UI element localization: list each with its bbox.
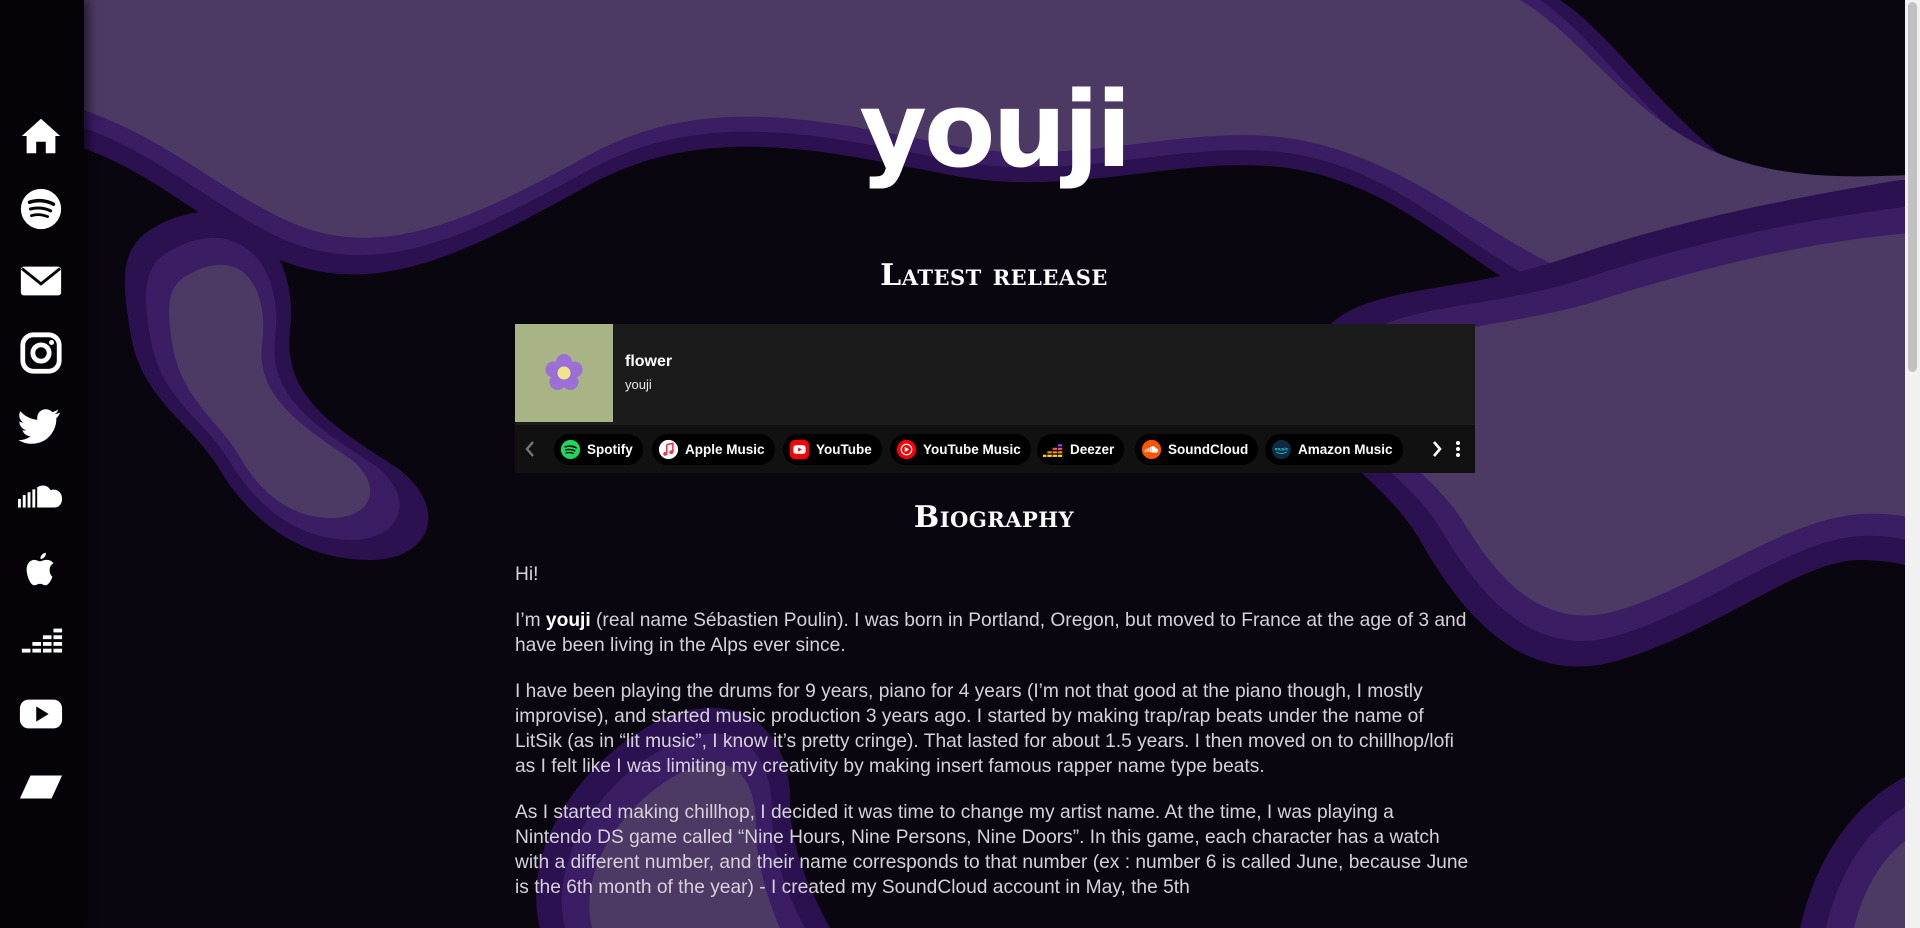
- youtube-icon: [19, 699, 63, 729]
- soundcloud-icon: [1141, 439, 1162, 460]
- platform-deezer[interactable]: Deezer: [1037, 434, 1125, 465]
- apple-music-icon: [658, 439, 679, 460]
- bio-paragraph: I have been playing the drums for 9 year…: [515, 681, 1454, 777]
- sidebar-item-mail[interactable]: [17, 257, 65, 305]
- youtube-icon: [789, 439, 810, 460]
- main-content: youji Latest release flower youji Spotif…: [0, 0, 1905, 928]
- chevron-right-icon: [1433, 441, 1442, 457]
- album-cover[interactable]: [515, 324, 613, 422]
- platform-label: SoundCloud: [1168, 442, 1249, 457]
- platform-label: YouTube Music: [923, 442, 1021, 457]
- platform-apple-music[interactable]: Apple Music: [652, 434, 775, 465]
- sidebar-item-soundcloud[interactable]: [17, 473, 65, 521]
- spotify-icon: [20, 188, 62, 230]
- bio-paragraph: I’m youji (real name Sébastien Poulin). …: [515, 608, 1475, 658]
- sidebar: [0, 0, 84, 928]
- platform-label: Deezer: [1070, 442, 1115, 457]
- soundcloud-icon: [18, 485, 63, 508]
- site-logo[interactable]: youji: [0, 60, 1920, 200]
- platform-bar: Spotify Apple Music YouTube YouTube Musi…: [515, 425, 1475, 473]
- instagram-icon: [20, 332, 62, 374]
- sidebar-item-youtube[interactable]: [17, 690, 65, 738]
- sidebar-item-apple[interactable]: [17, 545, 65, 593]
- page-scrollbar[interactable]: [1905, 0, 1920, 928]
- biography-text: Hi! I’m youji (real name Sébastien Pouli…: [515, 562, 1475, 921]
- sidebar-item-home[interactable]: [17, 112, 65, 160]
- scroll-left-button[interactable]: [523, 437, 537, 466]
- parallelogram-icon: [19, 775, 63, 799]
- mail-icon: [20, 266, 62, 296]
- youtube-music-icon: [896, 439, 917, 460]
- platform-amazon-music[interactable]: music Amazon Music: [1265, 434, 1403, 465]
- platform-spotify[interactable]: Spotify: [554, 434, 643, 465]
- bio-paragraph: As I started making chillhop, I decided …: [515, 802, 1469, 898]
- apple-icon: [26, 552, 54, 586]
- sidebar-item-spotify[interactable]: [17, 185, 65, 233]
- chevron-left-icon: [525, 441, 534, 457]
- scrollbar-thumb[interactable]: [1908, 2, 1917, 372]
- home-icon: [21, 118, 61, 154]
- scroll-right-button[interactable]: [1430, 437, 1444, 466]
- platform-soundcloud[interactable]: SoundCloud: [1135, 434, 1259, 465]
- more-options-button[interactable]: [1453, 437, 1463, 466]
- deezer-icon: [1043, 444, 1063, 457]
- music-player: flower youji Spotify Apple Music YouTube…: [515, 324, 1475, 473]
- platform-label: YouTube: [816, 442, 872, 457]
- flower-icon: [545, 354, 583, 390]
- track-artist[interactable]: youji: [625, 377, 652, 392]
- platform-label: Amazon Music: [1298, 442, 1393, 457]
- platform-youtube-music[interactable]: YouTube Music: [890, 434, 1031, 465]
- sidebar-item-instagram[interactable]: [17, 329, 65, 377]
- platform-label: Apple Music: [685, 442, 765, 457]
- latest-release-heading: Latest release: [880, 258, 1108, 293]
- sidebar-item-parallelogram[interactable]: [17, 762, 65, 810]
- track-title[interactable]: flower: [625, 353, 672, 371]
- platform-label: Spotify: [587, 442, 633, 457]
- bio-text: I’m: [515, 610, 546, 631]
- kebab-menu-icon: [1456, 441, 1460, 457]
- platform-youtube[interactable]: YouTube: [783, 434, 882, 465]
- bio-paragraph: Hi!: [515, 564, 539, 585]
- deezer-icon: [21, 628, 63, 653]
- amazon-music-icon: music: [1271, 439, 1292, 460]
- svg-text:music: music: [1275, 446, 1289, 452]
- twitter-icon: [18, 409, 61, 444]
- biography-heading: Biography: [913, 500, 1075, 535]
- sidebar-item-twitter[interactable]: [17, 401, 65, 449]
- spotify-icon: [560, 439, 581, 460]
- artist-name: youji: [545, 610, 591, 631]
- sidebar-item-deezer[interactable]: [17, 618, 65, 666]
- bio-text: (real name Sébastien Poulin). I was born…: [515, 610, 1467, 656]
